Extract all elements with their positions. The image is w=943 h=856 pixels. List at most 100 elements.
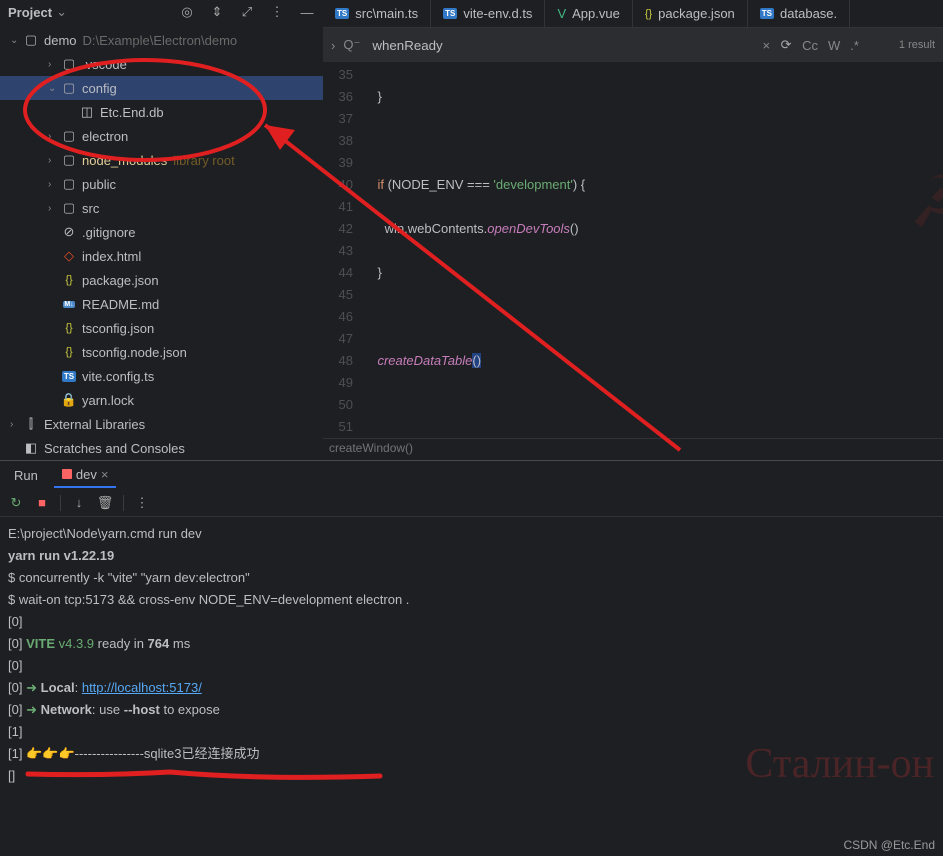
tree-item-label: config [82, 81, 117, 96]
select-opened-icon[interactable]: ◎ [179, 4, 195, 20]
code-gutter: 35363738394041 42434445464748 495051 [323, 62, 363, 438]
tree-item-folder[interactable]: › ▢ node_modules library root [0, 148, 323, 172]
tree-item-file[interactable]: {} tsconfig.json [0, 316, 323, 340]
tree-item-folder[interactable]: › ▢ src [0, 196, 323, 220]
tree-item-folder[interactable]: › ▢ electron [0, 124, 323, 148]
scratch-icon: ◧ [22, 440, 40, 456]
tree-item-label: yarn.lock [82, 393, 134, 408]
find-bar: › Q⁻ × ⟳ Cc W .* 1 result [323, 28, 943, 62]
tree-item-label: vite.config.ts [82, 369, 154, 384]
tree-item-label: Scratches and Consoles [44, 441, 185, 456]
tree-item-folder[interactable]: › ▢ public [0, 172, 323, 196]
sidebar-title[interactable]: Project [8, 5, 52, 20]
tree-item-file[interactable]: ⊘ .gitignore [0, 220, 323, 244]
editor-tabs: TSsrc\main.ts TSvite-env.d.ts VApp.vue {… [323, 0, 943, 28]
html-icon: ◇ [60, 248, 78, 264]
tree-item-label: tsconfig.node.json [82, 345, 187, 360]
breadcrumb[interactable]: createWindow() [323, 438, 943, 460]
trash-icon[interactable]: 🗑 [97, 495, 113, 511]
lock-icon: 🔒 [60, 392, 78, 408]
tree-root[interactable]: ⌄ ▢ demo D:\Example\Electron\demo [0, 28, 323, 52]
expand-all-icon[interactable]: ⇕ [209, 4, 225, 20]
tree-item-suffix: library root [173, 153, 234, 168]
chevron-right-icon: › [48, 131, 60, 142]
chevron-down-icon: ⌄ [48, 83, 60, 94]
chevron-right-icon[interactable]: › [331, 38, 335, 53]
tree-item-file[interactable]: M↓ README.md [0, 292, 323, 316]
project-sidebar: Project ⌄ ◎ ⇕ ⤢ ⋮ — ⌄ ▢ demo D:\Example\… [0, 0, 323, 460]
tree-item-file[interactable]: 🔒 yarn.lock [0, 388, 323, 412]
words-toggle[interactable]: W [828, 38, 840, 53]
tree-item-file[interactable]: TS vite.config.ts [0, 364, 323, 388]
tree-item-label: demo [44, 33, 77, 48]
sidebar-header: Project ⌄ ◎ ⇕ ⤢ ⋮ — [0, 0, 323, 24]
library-icon: ⫿ [22, 416, 40, 432]
run-toolbar: ↻ ■ ↓ 🗑 ⋮ [0, 489, 943, 517]
run-panel-header: Run dev× [0, 461, 943, 489]
editor-area: ☭ TSsrc\main.ts TSvite-env.d.ts VApp.vue… [323, 0, 943, 460]
hide-icon[interactable]: — [299, 4, 315, 20]
close-icon[interactable]: × [101, 467, 109, 482]
tree-external-libraries[interactable]: › ⫿ External Libraries [0, 412, 323, 436]
tree-item-label: package.json [82, 273, 159, 288]
tab-label: src\main.ts [355, 6, 418, 21]
ts-icon: TS [760, 8, 774, 19]
tab-file[interactable]: TSsrc\main.ts [323, 0, 431, 27]
chevron-right-icon: › [48, 155, 60, 166]
tab-label: App.vue [572, 6, 620, 21]
tab-file[interactable]: V App.vue [545, 0, 632, 27]
vue-icon: V [557, 6, 566, 21]
clear-icon[interactable]: × [762, 38, 770, 53]
ts-icon: TS [443, 8, 457, 19]
tree-item-file[interactable]: {} tsconfig.node.json [0, 340, 323, 364]
tree-item-file[interactable]: ◇ index.html [0, 244, 323, 268]
run-tab[interactable]: Run [6, 464, 46, 487]
tree-item-folder[interactable]: › ▢ .vscode [0, 52, 323, 76]
tab-label: database. [780, 6, 837, 21]
tree-item-label: index.html [82, 249, 141, 264]
csdn-watermark: CSDN @Etc.End [843, 838, 935, 852]
filter-icon[interactable]: ⟳ [778, 37, 794, 53]
tree-item-label: .gitignore [82, 225, 135, 240]
markdown-icon: M↓ [60, 301, 78, 308]
collapse-all-icon[interactable]: ⤢ [239, 4, 255, 20]
tree-item-label: tsconfig.json [82, 321, 154, 336]
scroll-to-end-icon[interactable]: ↓ [71, 495, 87, 510]
tree-item-label: README.md [82, 297, 159, 312]
chevron-right-icon: › [48, 179, 60, 190]
tree-item-file[interactable]: ◫ Etc.End.db [0, 100, 323, 124]
tab-file[interactable]: TS database. [748, 0, 850, 27]
tree-item-label: src [82, 201, 99, 216]
folder-icon: ▢ [60, 128, 78, 144]
chevron-down-icon[interactable]: ⌄ [56, 4, 67, 20]
regex-toggle[interactable]: .* [850, 38, 859, 53]
tab-file[interactable]: TSvite-env.d.ts [431, 0, 545, 27]
code-editor[interactable]: 35363738394041 42434445464748 495051 } i… [323, 62, 943, 438]
tree-item-folder[interactable]: ⌄ ▢ config [0, 76, 323, 100]
folder-icon: ▢ [60, 152, 78, 168]
tab-file[interactable]: {}package.json [633, 0, 748, 27]
database-icon: ◫ [78, 104, 96, 120]
chevron-right-icon: › [48, 203, 60, 214]
dev-tab[interactable]: dev× [54, 463, 117, 488]
tree-item-label: External Libraries [44, 417, 145, 432]
gitignore-icon: ⊘ [60, 224, 78, 240]
match-case-toggle[interactable]: Cc [802, 38, 818, 53]
more-icon[interactable]: ⋮ [269, 4, 285, 20]
rerun-icon[interactable]: ↻ [8, 495, 24, 511]
json-icon: {} [60, 322, 78, 334]
chevron-right-icon: › [48, 59, 60, 70]
tree-scratches[interactable]: ◧ Scratches and Consoles [0, 436, 323, 460]
tree-item-label: Etc.End.db [100, 105, 164, 120]
tree-item-path: D:\Example\Electron\demo [83, 33, 238, 48]
stop-icon[interactable]: ■ [34, 495, 50, 510]
json-icon: {} [60, 346, 78, 358]
search-input[interactable] [368, 36, 754, 55]
search-result-count: 1 result [899, 39, 935, 51]
terminal-output[interactable]: E:\project\Node\yarn.cmd run dev yarn ru… [0, 517, 943, 856]
tree-item-file[interactable]: {} package.json [0, 268, 323, 292]
stop-indicator-icon [62, 469, 72, 479]
chevron-down-icon: ⌄ [10, 35, 22, 46]
more-icon[interactable]: ⋮ [134, 495, 150, 511]
folder-icon: ▢ [60, 200, 78, 216]
